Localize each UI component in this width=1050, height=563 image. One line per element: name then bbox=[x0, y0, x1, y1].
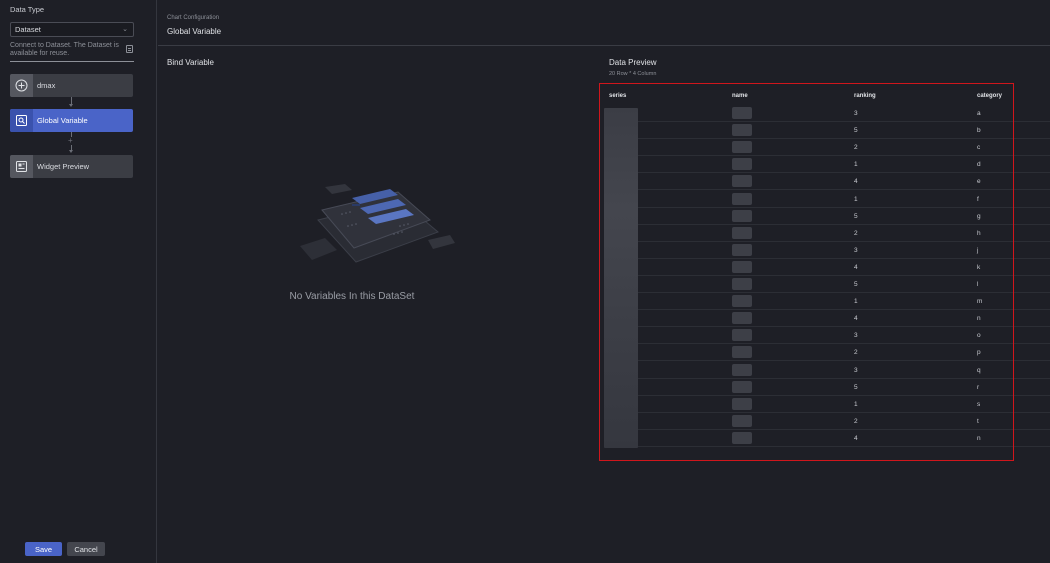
step-label: dmax bbox=[37, 81, 56, 90]
empty-state-text: No Variables In this DataSet bbox=[289, 291, 415, 302]
highlight-box bbox=[599, 83, 1014, 461]
data-type-select[interactable]: Dataset ⌄ bbox=[10, 22, 134, 37]
global-variable-icon bbox=[10, 109, 33, 132]
header-divider bbox=[158, 45, 1050, 46]
cancel-button[interactable]: Cancel bbox=[67, 542, 105, 556]
step-global-variable[interactable]: Global Variable bbox=[10, 109, 133, 132]
data-type-description: Connect to Dataset. The Dataset is avail… bbox=[10, 42, 119, 57]
chevron-down-icon: ⌄ bbox=[122, 26, 128, 33]
data-type-select-value: Dataset bbox=[15, 25, 41, 34]
breadcrumb: Chart Configuration bbox=[167, 15, 220, 21]
step-label: Global Variable bbox=[37, 116, 88, 125]
arrow-down-icon bbox=[69, 150, 73, 153]
widget-preview-icon bbox=[10, 155, 33, 178]
plus-circle-icon bbox=[10, 74, 33, 97]
data-preview-title: Data Preview bbox=[609, 58, 657, 67]
plus-icon[interactable]: + bbox=[68, 137, 73, 145]
step-dmax[interactable]: dmax bbox=[10, 74, 133, 97]
left-panel: Data Type Dataset ⌄ Connect to Dataset. … bbox=[0, 0, 157, 563]
bind-variable-title: Bind Variable bbox=[167, 58, 214, 67]
document-icon[interactable] bbox=[126, 45, 133, 53]
save-button[interactable]: Save bbox=[25, 542, 62, 556]
arrow-down-icon bbox=[69, 104, 73, 107]
data-preview-subtitle: 20 Row * 4 Column bbox=[609, 71, 657, 77]
empty-state-illustration bbox=[290, 180, 460, 280]
step-widget-preview[interactable]: Widget Preview bbox=[10, 155, 133, 178]
data-type-label: Data Type bbox=[10, 5, 45, 14]
divider bbox=[10, 61, 134, 62]
page-title: Global Variable bbox=[167, 27, 222, 36]
step-label: Widget Preview bbox=[37, 162, 90, 171]
